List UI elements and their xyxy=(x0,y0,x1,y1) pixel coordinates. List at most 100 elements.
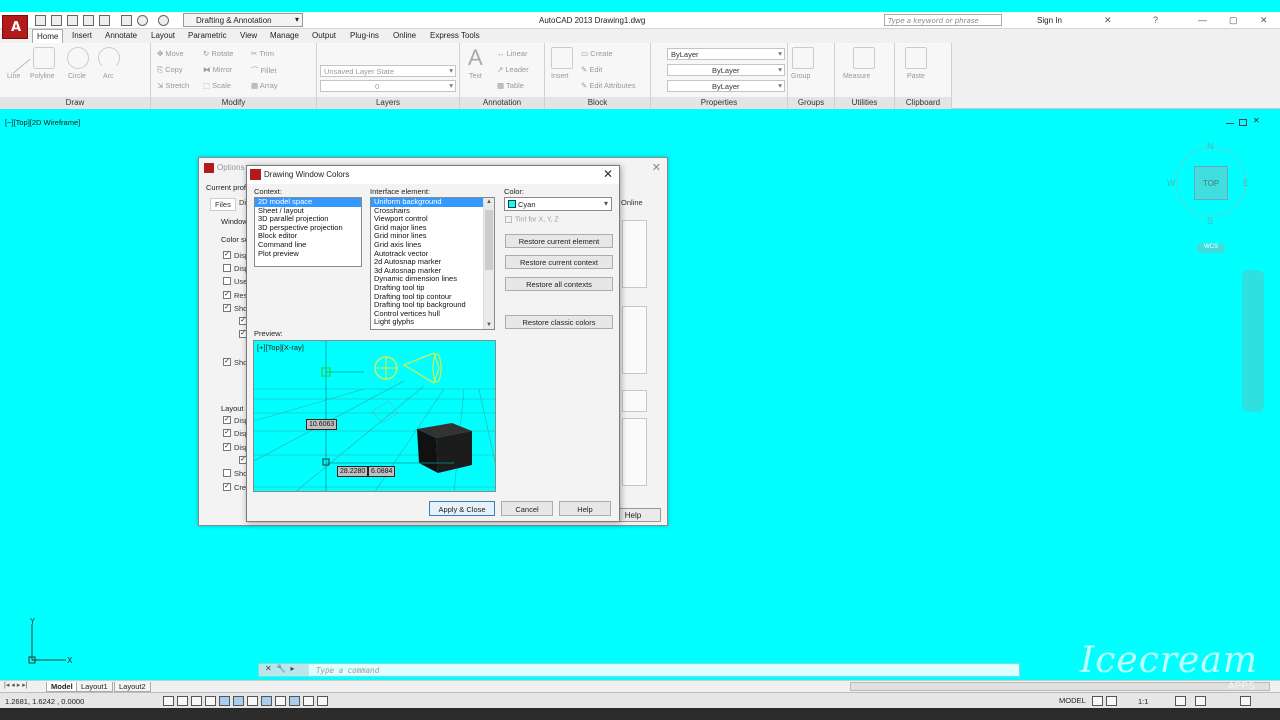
tab-view[interactable]: View xyxy=(237,31,260,40)
cancel-button[interactable]: Cancel xyxy=(501,501,553,516)
tab-files[interactable]: Files xyxy=(210,198,236,211)
copy-tool[interactable]: ⎘ Copy xyxy=(157,65,183,75)
tab-online[interactable]: Online xyxy=(390,31,419,40)
modify-panel-title[interactable]: Modify xyxy=(151,97,316,109)
tab-output[interactable]: Output xyxy=(309,31,339,40)
mirror-tool[interactable]: ⧓ Mirror xyxy=(203,65,232,74)
option-checkbox[interactable]: ✓ xyxy=(223,483,231,491)
options-close-icon[interactable]: ✕ xyxy=(652,161,661,174)
option-checkbox[interactable]: ✓ xyxy=(223,358,231,366)
array-tool[interactable]: ▦ Array xyxy=(251,81,278,90)
minimize-icon[interactable]: — xyxy=(1198,15,1207,25)
restore-current-element-button[interactable]: Restore current element xyxy=(505,234,613,248)
maximize-icon[interactable]: ▢ xyxy=(1229,15,1238,26)
rotate-tool[interactable]: ↻ Rotate xyxy=(203,49,233,58)
compass-north[interactable]: N xyxy=(1207,141,1214,151)
text-tool[interactable]: Text xyxy=(469,73,482,80)
new-file-icon[interactable] xyxy=(35,15,46,26)
ortho-mode-icon[interactable] xyxy=(205,696,216,706)
linear-tool[interactable]: ↔ Linear xyxy=(497,49,527,58)
horizontal-scrollbar[interactable] xyxy=(850,682,1270,691)
properties-panel-title[interactable]: Properties xyxy=(651,97,787,109)
polar-tracking-icon[interactable] xyxy=(219,696,230,706)
viewport-close-icon[interactable]: ✕ xyxy=(1253,116,1261,125)
lineweight-icon[interactable] xyxy=(303,696,314,706)
command-line-buttons[interactable]: ✕ 🔧 ▸ xyxy=(259,664,309,676)
fillet-tool[interactable]: ⌒ Fillet xyxy=(251,65,276,76)
apply-close-button[interactable]: Apply & Close xyxy=(429,501,495,516)
search-input[interactable]: Type a keyword or phrase xyxy=(884,14,1002,26)
help-button[interactable]: Help xyxy=(559,501,611,516)
element-list-scrollbar[interactable]: ▲ ▼ xyxy=(483,198,494,329)
dynamic-ucs-icon[interactable] xyxy=(275,696,286,706)
command-input[interactable]: Type a command xyxy=(316,666,379,675)
groups-panel-title[interactable]: Groups xyxy=(788,97,834,109)
tab-layout2[interactable]: Layout2 xyxy=(114,682,151,692)
tab-plugins[interactable]: Plug-ins xyxy=(347,31,382,40)
scroll-thumb[interactable] xyxy=(485,210,493,270)
application-menu-icon[interactable] xyxy=(2,15,28,39)
draw-panel-title[interactable]: Draw xyxy=(0,97,150,109)
option-checkbox[interactable]: ✓ xyxy=(223,304,231,312)
stretch-tool[interactable]: ⇲ Stretch xyxy=(157,81,189,90)
grid-display-icon[interactable] xyxy=(191,696,202,706)
color-select[interactable]: Cyan xyxy=(504,197,612,211)
help-icon[interactable]: ? xyxy=(1153,15,1158,25)
linetype-property-select[interactable]: ByLayer xyxy=(667,64,785,76)
quick-view-drawings-icon[interactable] xyxy=(1106,696,1117,706)
paste-tool[interactable]: Paste xyxy=(907,73,925,80)
circle-tool[interactable]: Circle xyxy=(68,73,86,80)
tint-checkbox-box[interactable] xyxy=(505,216,512,223)
tab-online[interactable]: Online xyxy=(621,198,643,207)
element-item[interactable]: Light glyphs xyxy=(371,318,494,327)
interface-element-list[interactable]: Uniform background Crosshairs Viewport c… xyxy=(370,197,495,330)
tab-model[interactable]: Model xyxy=(46,682,78,692)
infer-constraints-icon[interactable] xyxy=(163,696,174,706)
color-property-select[interactable]: ByLayer xyxy=(667,48,785,60)
save-as-icon[interactable] xyxy=(83,15,94,26)
option-checkbox[interactable]: ✓ xyxy=(223,443,231,451)
context-item[interactable]: Plot preview xyxy=(255,249,361,259)
tab-parametric[interactable]: Parametric xyxy=(185,31,230,40)
plot-icon[interactable] xyxy=(121,15,132,26)
restore-classic-colors-button[interactable]: Restore classic colors xyxy=(505,315,613,329)
option-checkbox[interactable] xyxy=(223,277,231,285)
edit-block-tool[interactable]: ✎ Edit xyxy=(581,65,602,74)
context-list[interactable]: 2D model space Sheet / layout 3D paralle… xyxy=(254,197,362,267)
option-checkbox[interactable]: ✓ xyxy=(223,416,231,424)
utilities-panel-title[interactable]: Utilities xyxy=(835,97,894,109)
table-tool[interactable]: ▦ Table xyxy=(497,81,524,90)
snap-mode-icon[interactable] xyxy=(177,696,188,706)
transparency-icon[interactable] xyxy=(317,696,328,706)
polyline-tool[interactable]: Polyline xyxy=(30,73,55,80)
insert-tool[interactable]: Insert xyxy=(551,73,569,80)
viewport-control[interactable]: [−][Top][2D Wireframe] xyxy=(5,118,80,127)
model-space-toggle[interactable]: MODEL xyxy=(1059,696,1086,705)
leader-tool[interactable]: ↗ Leader xyxy=(497,65,529,74)
tab-layout1[interactable]: Layout1 xyxy=(76,682,113,692)
measure-tool[interactable]: Measure xyxy=(843,73,870,80)
tab-express-tools[interactable]: Express Tools xyxy=(427,31,483,40)
layer-select[interactable]: 0 xyxy=(320,80,456,92)
undo-icon[interactable] xyxy=(137,15,148,26)
scroll-down-icon[interactable]: ▼ xyxy=(486,322,492,328)
layer-state-select[interactable]: Unsaved Layer State xyxy=(320,65,456,77)
clean-screen-icon[interactable] xyxy=(1240,696,1251,706)
arc-tool[interactable]: Arc xyxy=(103,73,114,80)
command-line[interactable]: ✕ 🔧 ▸ Type a command xyxy=(258,663,1020,677)
save-icon[interactable] xyxy=(67,15,78,26)
block-panel-title[interactable]: Block xyxy=(545,97,650,109)
tab-insert[interactable]: Insert xyxy=(69,31,95,40)
scroll-up-icon[interactable]: ▲ xyxy=(486,199,492,205)
lock-icon[interactable] xyxy=(1195,696,1206,706)
sign-in-button[interactable]: Sign In xyxy=(1037,16,1062,25)
option-checkbox[interactable]: ✓ xyxy=(223,429,231,437)
tab-annotate[interactable]: Annotate xyxy=(102,31,140,40)
clipboard-panel-title[interactable]: Clipboard xyxy=(895,97,951,109)
redo-icon[interactable] xyxy=(158,15,169,26)
close-window-icon[interactable]: ✕ xyxy=(1260,15,1268,26)
object-snap-icon[interactable] xyxy=(233,696,244,706)
layers-panel-title[interactable]: Layers xyxy=(317,97,459,109)
dynamic-input-icon[interactable] xyxy=(289,696,300,706)
wcs-menu[interactable]: WCS xyxy=(1197,243,1225,253)
